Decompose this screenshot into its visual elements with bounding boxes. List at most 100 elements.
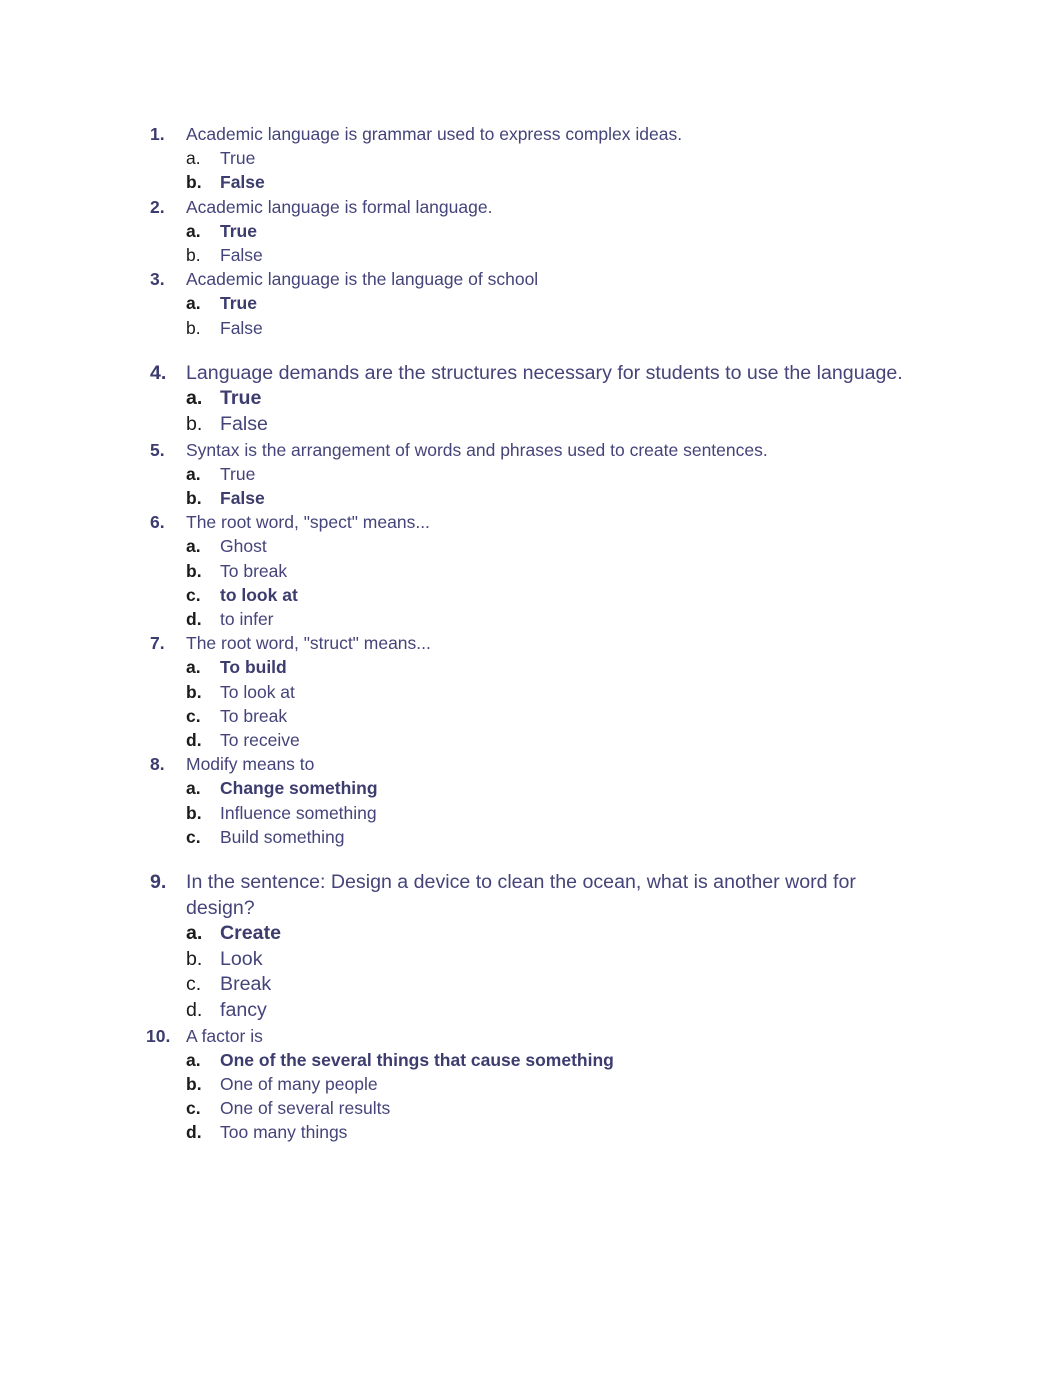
question-text: The root word, "struct" means... — [186, 633, 431, 654]
answer-option[interactable]: c. To break — [186, 704, 912, 728]
answer-option[interactable]: b. Influence something — [186, 801, 912, 825]
answer-option-label: True — [220, 387, 262, 410]
answer-option[interactable]: a. True — [186, 462, 912, 486]
question-item: 9. In the sentence: Design a device to c… — [150, 870, 912, 1024]
answer-option[interactable]: b. False — [186, 316, 912, 340]
answer-option-label: True — [220, 220, 257, 241]
answer-option-label: Too many things — [220, 1122, 348, 1143]
answer-option-list: a. To build b. To look at c. To break d. To rec… — [186, 655, 912, 752]
question-number: 4. — [150, 361, 167, 384]
answer-option[interactable]: b. False — [186, 170, 912, 194]
answer-option-label: True — [220, 293, 257, 314]
question-text: Academic language is formal language. — [186, 196, 493, 217]
answer-option-list: a. Create b. Look c. Break d. fancy — [186, 921, 912, 1023]
question-number: 7. — [150, 633, 165, 654]
question-item: 10. A factor is a. One of the several thing… — [146, 1024, 912, 1145]
answer-option-label: Change something — [220, 778, 378, 799]
question-number: 3. — [150, 269, 165, 290]
answer-option[interactable]: b. One of many people — [186, 1072, 912, 1096]
answer-option-label: Look — [220, 947, 263, 970]
answer-option-label: To break — [220, 705, 288, 726]
answer-option-label: to look at — [220, 584, 298, 605]
answer-option[interactable]: a. True — [186, 219, 912, 243]
answer-option-label: Ghost — [220, 536, 267, 557]
answer-option-label: False — [220, 488, 265, 509]
answer-option-label: Break — [220, 973, 272, 996]
answer-option-list: a. True b. False — [186, 146, 912, 194]
question-text: Syntax is the arrangement of words and p… — [186, 439, 768, 460]
answer-option-marker: b. — [186, 947, 203, 970]
answer-option[interactable]: a. True — [186, 291, 912, 315]
question-number: 9. — [150, 871, 167, 894]
answer-option-marker: b. — [186, 413, 203, 436]
answer-option-list: a. True b. False — [186, 291, 912, 339]
answer-option-label: To break — [220, 560, 288, 581]
answer-option-label: False — [220, 413, 268, 436]
question-item: 1. Academic language is grammar used to e… — [150, 122, 912, 195]
answer-option-marker: b. — [186, 802, 202, 823]
answer-option-marker: b. — [186, 1074, 202, 1095]
answer-option-marker: c. — [186, 973, 202, 996]
question-item: 7. The root word, "struct" means... a. To b… — [150, 631, 912, 752]
answer-option-marker: c. — [186, 826, 201, 847]
answer-option-marker: b. — [186, 488, 202, 509]
answer-option[interactable]: b. False — [186, 243, 912, 267]
answer-option-marker: a. — [186, 536, 201, 557]
answer-option[interactable]: c. One of several results — [186, 1096, 912, 1120]
answer-option[interactable]: b. To look at — [186, 680, 912, 704]
answer-option-label: To look at — [220, 681, 295, 702]
answer-option-label: One of several results — [220, 1098, 391, 1119]
question-text: Language demands are the structures nece… — [186, 361, 903, 384]
answer-option-marker: b. — [186, 317, 201, 338]
answer-option-label: False — [220, 317, 263, 338]
answer-option[interactable]: d. To receive — [186, 728, 912, 752]
answer-option[interactable]: c. to look at — [186, 583, 912, 607]
question-number: 10. — [146, 1025, 171, 1046]
answer-option-list: a. True b. False — [186, 219, 912, 267]
answer-option[interactable]: b. False — [186, 486, 912, 510]
answer-option[interactable]: d. to infer — [186, 607, 912, 631]
answer-option-marker: a. — [186, 778, 201, 799]
answer-option[interactable]: b. False — [186, 412, 912, 438]
answer-option[interactable]: d. fancy — [186, 998, 912, 1024]
answer-option[interactable]: c. Break — [186, 972, 912, 998]
answer-option-label: True — [220, 148, 256, 169]
answer-option[interactable]: a. True — [186, 146, 912, 170]
question-item: 3. Academic language is the language of s… — [150, 267, 912, 340]
answer-option-list: a. Ghost b. To break c. to look at d. to infer — [186, 534, 912, 631]
question-text: The root word, "spect" means... — [186, 512, 430, 533]
answer-option[interactable]: c. Build something — [186, 825, 912, 849]
answer-option[interactable]: b. Look — [186, 947, 912, 973]
answer-option-marker: d. — [186, 999, 203, 1022]
answer-option[interactable]: a. To build — [186, 655, 912, 679]
answer-option-marker: b. — [186, 245, 201, 266]
answer-option-marker: b. — [186, 681, 202, 702]
answer-option-label: One of the several things that cause som… — [220, 1049, 614, 1070]
answer-option[interactable]: a. Ghost — [186, 534, 912, 558]
answer-option-label: One of many people — [220, 1074, 378, 1095]
question-text: Modify means to — [186, 754, 315, 775]
question-text: A factor is — [186, 1025, 263, 1046]
answer-option[interactable]: a. One of the several things that cause s… — [186, 1048, 912, 1072]
answer-option[interactable]: a. Change something — [186, 776, 912, 800]
answer-option-marker: b. — [186, 560, 202, 581]
question-item: 6. The root word, "spect" means... a. Ghost… — [150, 510, 912, 631]
answer-option[interactable]: b. To break — [186, 559, 912, 583]
answer-option[interactable]: a. True — [186, 386, 912, 412]
answer-option-list: a. Change something b. Influence something c… — [186, 776, 912, 849]
question-number: 8. — [150, 754, 165, 775]
answer-option-marker: a. — [186, 387, 203, 410]
question-item: 8. Modify means to a. Change something b. Inf… — [150, 752, 912, 849]
question-number: 1. — [150, 124, 165, 144]
answer-option-list: a. True b. False — [186, 386, 912, 437]
answer-option-marker: d. — [186, 609, 202, 630]
answer-option[interactable]: d. Too many things — [186, 1120, 912, 1144]
answer-option-label: False — [220, 172, 265, 193]
answer-option-marker: d. — [186, 1122, 202, 1143]
question-number: 2. — [150, 196, 165, 217]
question-list: 1. Academic language is grammar used to e… — [146, 122, 912, 1145]
answer-option-marker: a. — [186, 293, 201, 314]
document-page: 1. Academic language is grammar used to e… — [0, 0, 1062, 1377]
answer-option[interactable]: a. Create — [186, 921, 912, 947]
